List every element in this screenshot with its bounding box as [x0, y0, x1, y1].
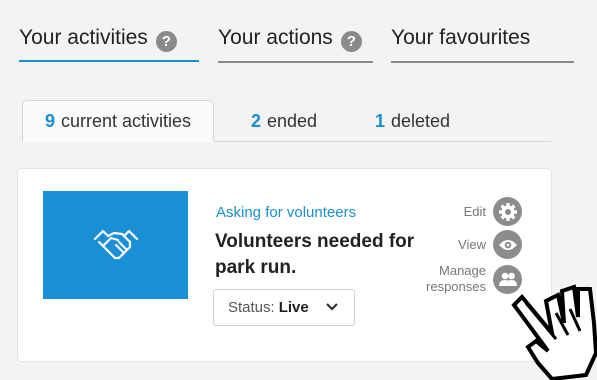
eye-icon — [493, 230, 522, 259]
subtab-label: current activities — [60, 110, 192, 131]
activity-title[interactable]: Volunteers needed for park run. — [215, 229, 415, 281]
handshake-icon — [93, 229, 138, 260]
chevron-down-icon — [326, 303, 338, 311]
tab-label: Your favourites — [391, 26, 531, 49]
help-icon[interactable]: ? — [155, 31, 177, 52]
subtab-deleted[interactable]: 1 deleted — [375, 100, 450, 142]
view-button[interactable]: View — [458, 230, 522, 259]
tab-your-actions[interactable]: Your actions ? — [218, 26, 362, 64]
activity-thumbnail[interactable] — [43, 191, 188, 299]
subtab-current[interactable]: 9 current activities — [22, 100, 214, 142]
activity-category[interactable]: Asking for volunteers — [216, 204, 356, 221]
tab-your-activities[interactable]: Your activities ? — [19, 26, 177, 64]
tab-label: Your activities — [19, 26, 148, 49]
tab-underline — [391, 61, 574, 63]
manage-label-line2: responses — [426, 279, 486, 294]
gear-icon — [493, 197, 522, 226]
subtab-ended[interactable]: 2 ended — [251, 100, 317, 142]
tab-underline — [218, 61, 373, 63]
manage-responses-label: Manage responses — [426, 263, 486, 295]
subtab-count: 9 — [44, 110, 55, 131]
activity-card[interactable]: Asking for volunteers Volunteers needed … — [17, 168, 552, 362]
subtab-count: 2 — [251, 110, 262, 131]
edit-button[interactable]: Edit — [464, 197, 522, 226]
edit-label: Edit — [463, 203, 486, 219]
status-label: Status: — [228, 299, 275, 316]
subtab-count: 1 — [375, 110, 386, 131]
manage-label-line1: Manage — [439, 263, 486, 278]
active-tab-underline — [19, 60, 199, 62]
view-label: View — [458, 236, 486, 252]
status-dropdown[interactable]: Status: Live — [213, 289, 355, 326]
help-icon[interactable]: ? — [340, 31, 362, 52]
tab-label: Your actions — [218, 26, 333, 49]
tab-your-favourites[interactable]: Your favourites — [391, 26, 530, 64]
subtab-label: ended — [267, 110, 318, 131]
subtab-label: deleted — [391, 110, 451, 131]
hand-cursor-icon — [511, 284, 597, 380]
status-value: Live — [278, 299, 309, 316]
